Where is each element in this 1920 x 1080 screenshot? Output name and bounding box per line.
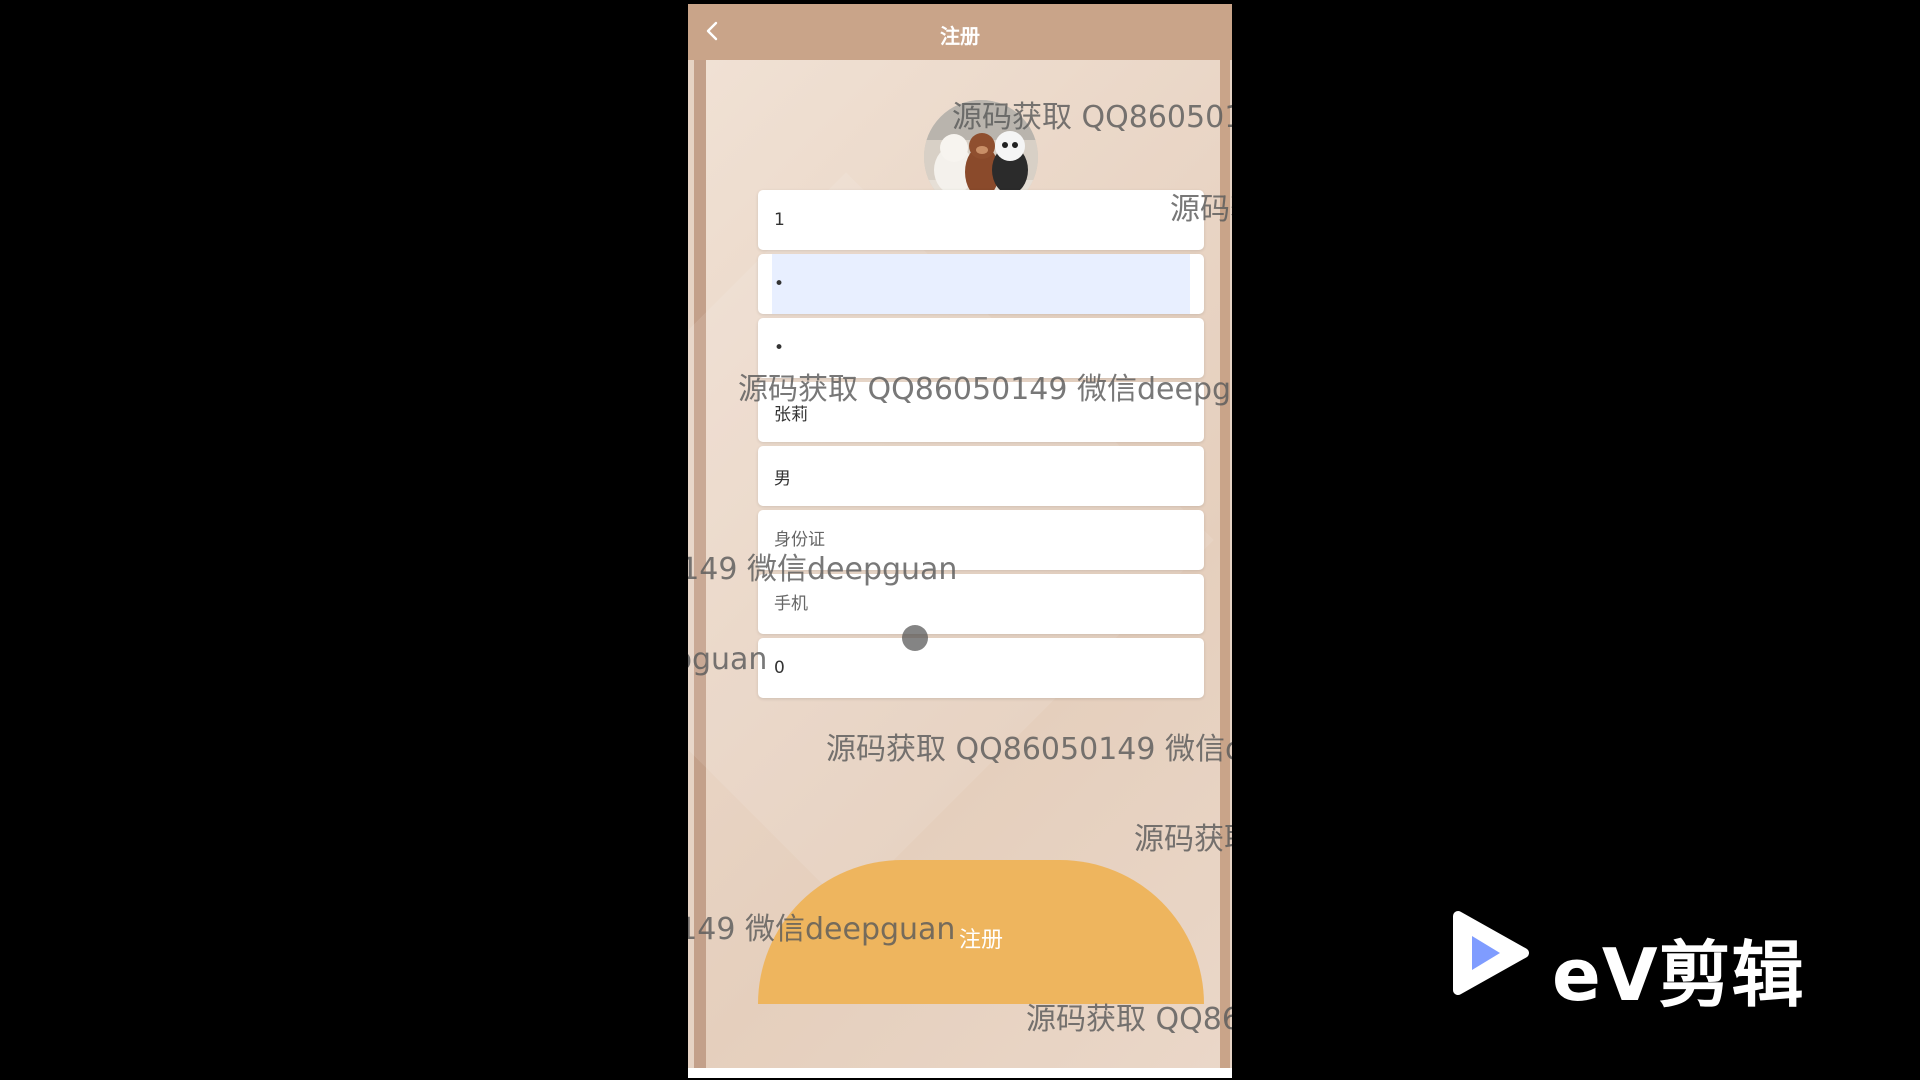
amount-field[interactable] [758, 638, 1204, 698]
password-field[interactable] [758, 254, 1204, 314]
page-title: 注册 [940, 24, 980, 48]
idcard-input[interactable] [758, 510, 1204, 570]
amount-input[interactable] [758, 638, 1204, 698]
logo-text: eV剪辑 [1552, 933, 1805, 1017]
header-bar: 注册 [688, 4, 1232, 60]
confirm-password-field[interactable] [758, 318, 1204, 378]
ev-editor-logo: eV剪辑 [1450, 908, 1830, 1017]
name-input[interactable] [758, 382, 1204, 442]
gender-input[interactable] [758, 446, 1204, 506]
name-field[interactable] [758, 382, 1204, 442]
confirm-password-input[interactable] [758, 318, 1204, 378]
phone-field[interactable] [758, 574, 1204, 634]
username-input[interactable] [758, 190, 1204, 250]
gender-field[interactable] [758, 446, 1204, 506]
register-form: 注册 [688, 60, 1220, 1068]
phone-screen: 注册 1 • • 张莉 男 身份证 手机 0 注册 [688, 4, 1232, 1078]
register-button[interactable]: 注册 [758, 860, 1204, 1004]
password-input[interactable] [758, 254, 1204, 314]
register-button-label: 注册 [958, 928, 1003, 953]
bottom-edge [688, 1068, 1232, 1078]
idcard-field[interactable] [758, 510, 1204, 570]
right-border [1220, 60, 1230, 1070]
play-icon [1453, 911, 1529, 995]
username-field[interactable] [758, 190, 1204, 250]
phone-input[interactable] [758, 574, 1204, 634]
touch-cursor [902, 625, 928, 651]
